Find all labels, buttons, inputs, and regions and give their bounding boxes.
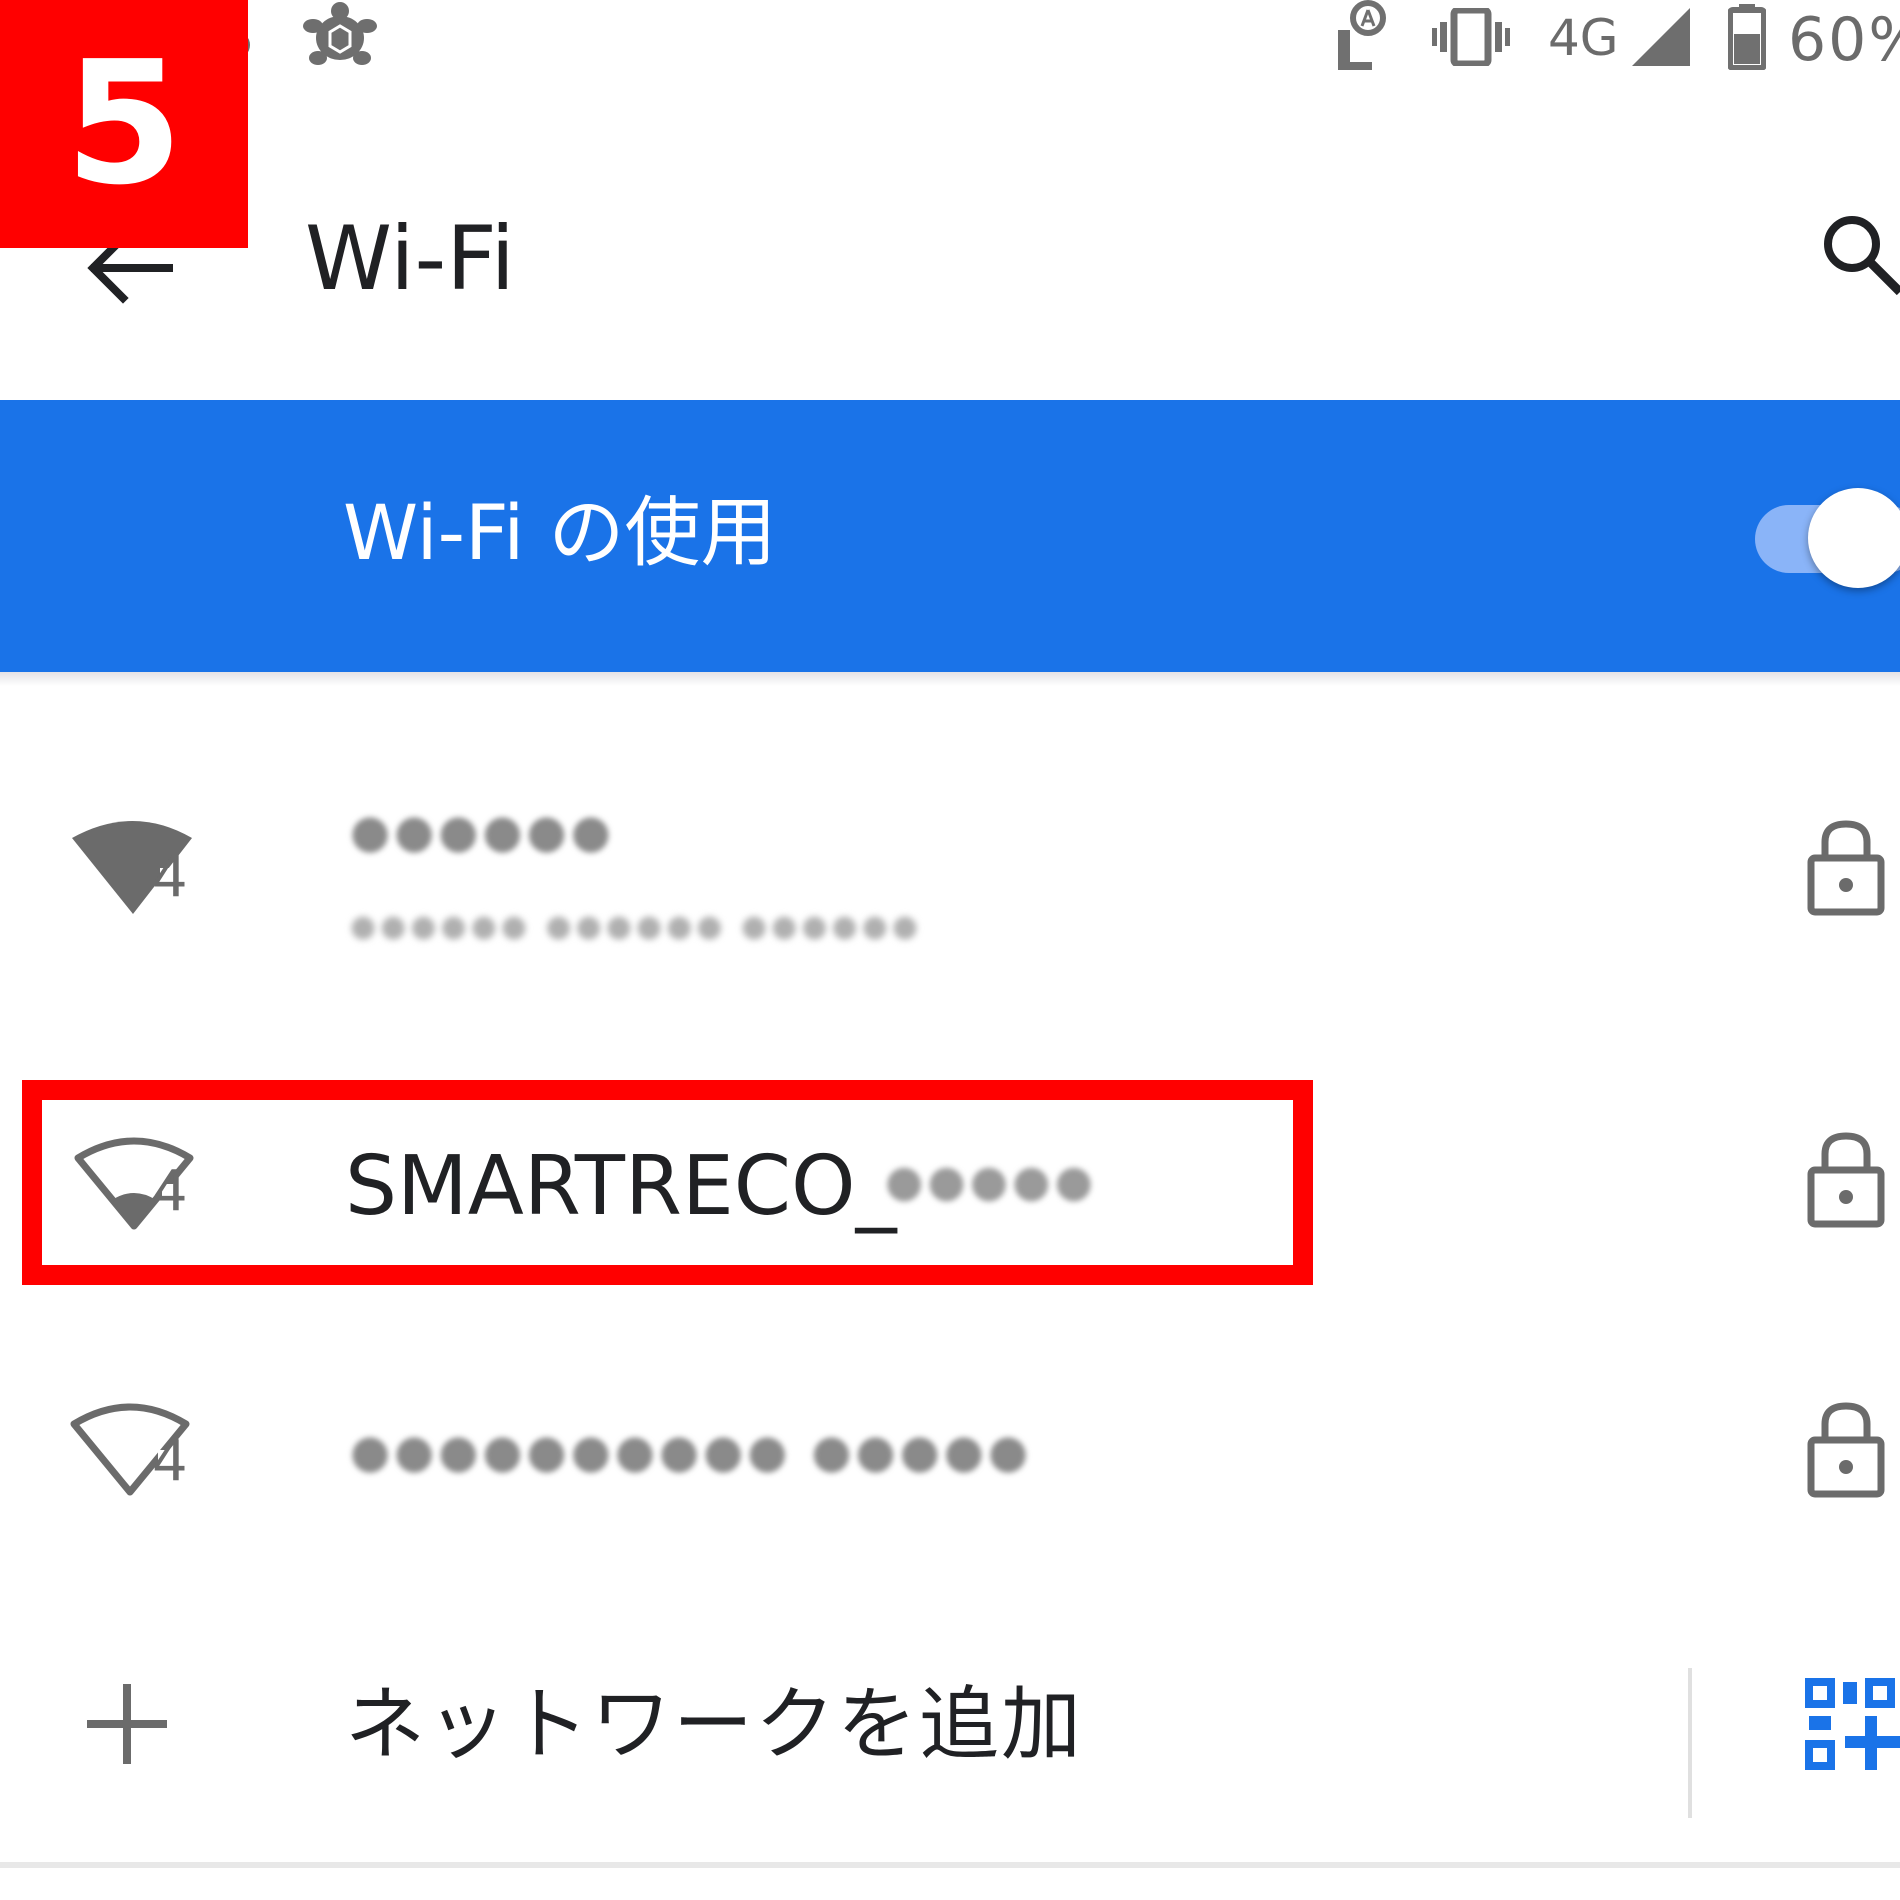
battery-percent: 60% xyxy=(1788,5,1900,75)
turtle-icon xyxy=(303,2,377,65)
signal-icon xyxy=(1632,8,1690,66)
plus-icon xyxy=(87,1684,167,1764)
bottom-divider xyxy=(0,1862,1900,1868)
search-icon[interactable] xyxy=(1820,212,1900,302)
network-type: 4G xyxy=(1548,9,1619,67)
step-badge: 5 xyxy=(0,0,248,248)
highlight-box xyxy=(22,1080,1313,1285)
lock-icon xyxy=(1807,1402,1885,1498)
add-network-label: ネットワークを追加 xyxy=(345,1678,1083,1771)
vibrate-icon xyxy=(1432,8,1510,66)
divider xyxy=(1688,1668,1692,1818)
wifi-standard-badge: 4 xyxy=(152,845,188,910)
location-icon xyxy=(1338,0,1386,70)
lock-icon xyxy=(1807,1132,1885,1228)
qr-code-scan-icon[interactable] xyxy=(1805,1678,1900,1770)
lock-icon xyxy=(1807,820,1885,916)
network-detail: ●●●●●● ●●●●●● ●●●●●● xyxy=(350,909,923,944)
battery-icon xyxy=(1728,4,1766,70)
wifi-standard-badge: 4 xyxy=(152,1429,188,1494)
network-name: ●●●●●●●●●● ●●●●● xyxy=(350,1424,1033,1478)
page-title: Wi-Fi xyxy=(305,207,515,310)
wifi-toggle-label: Wi-Fi の使用 xyxy=(343,488,777,577)
wifi-toggle-thumb[interactable] xyxy=(1808,488,1900,588)
wifi-toggle-bar[interactable]: Wi-Fi の使用 xyxy=(0,400,1900,672)
network-name: ●●●●●● xyxy=(350,804,615,858)
toggle-bar-shadow xyxy=(0,672,1900,686)
